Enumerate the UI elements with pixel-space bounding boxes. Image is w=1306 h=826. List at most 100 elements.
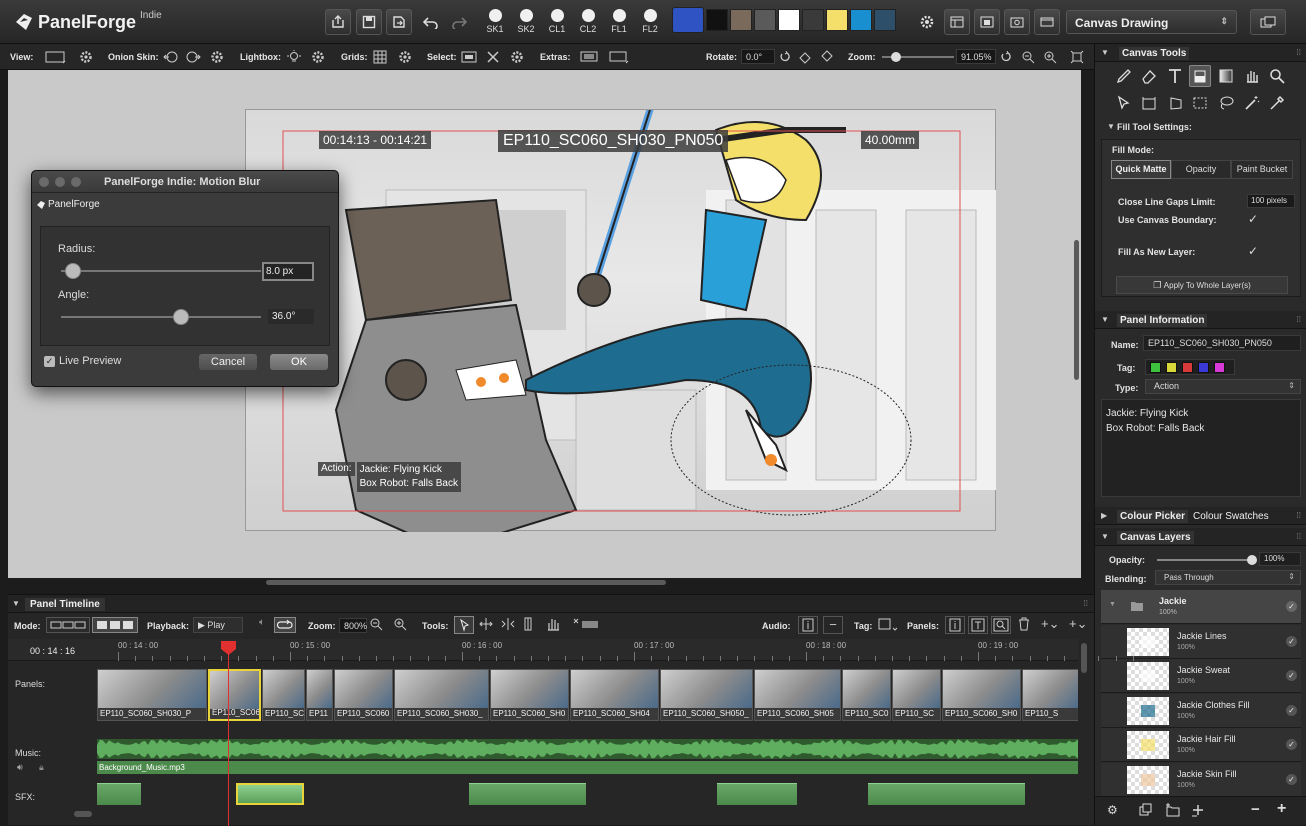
- workspace-dropdown[interactable]: Canvas Drawing ⇕: [1066, 10, 1237, 34]
- audio-remove-button[interactable]: −: [823, 616, 843, 634]
- sfx-clip[interactable]: [868, 783, 1025, 805]
- panel-thumbnail[interactable]: EP110_SC060_SH030_: [394, 669, 489, 721]
- layer-row[interactable]: Jackie Hair Fill 100% ✓: [1101, 728, 1301, 763]
- tag-color-chip[interactable]: [1166, 361, 1177, 373]
- panel-thumbnail[interactable]: EP110_SC060_SH050_: [660, 669, 753, 721]
- panel-thumbnail[interactable]: EP110_S: [1022, 669, 1078, 721]
- colour-swatch[interactable]: [730, 9, 752, 31]
- redo-button[interactable]: [446, 10, 472, 34]
- layout-grid-button[interactable]: [944, 9, 970, 35]
- fill-tab-quick-matte[interactable]: Quick Matte: [1111, 160, 1171, 179]
- fit-to-window-button[interactable]: [1068, 48, 1086, 66]
- panel-thumbnail[interactable]: EP11: [306, 669, 333, 721]
- angle-input[interactable]: 36.0°: [268, 309, 314, 324]
- light-button-cl2[interactable]: CL2: [574, 6, 602, 40]
- audio-info-button[interactable]: [798, 616, 818, 634]
- dialog-titlebar[interactable]: PanelForge Indie: Motion Blur: [32, 171, 338, 193]
- add-panel-button[interactable]: +⌄: [1069, 616, 1091, 634]
- playhead[interactable]: [221, 641, 236, 826]
- colour-swatch[interactable]: [672, 7, 704, 33]
- layer-row[interactable]: Jackie Clothes Fill 100% ✓: [1101, 693, 1301, 728]
- cancel-button[interactable]: Cancel: [199, 354, 257, 370]
- visibility-checkbox[interactable]: ✓: [1286, 601, 1297, 612]
- light-button-cl1[interactable]: CL1: [543, 6, 571, 40]
- speaker-icon[interactable]: 🔊︎: [17, 762, 23, 773]
- zoom-slider[interactable]: [882, 52, 954, 62]
- time-ruler[interactable]: 00 : 14 : 16 00 : 14 : 00 00 : 15 : 00 00 …: [8, 639, 1134, 661]
- mute-button[interactable]: 🔈︎: [252, 617, 272, 633]
- sfx-clip[interactable]: [97, 783, 141, 805]
- blending-dropdown[interactable]: Pass Through ⇕: [1155, 570, 1301, 585]
- lightbox-settings-button[interactable]: [309, 48, 327, 66]
- onion-back-button[interactable]: [162, 48, 180, 66]
- colour-swatches-tab[interactable]: Colour Swatches: [1193, 511, 1269, 522]
- boundary-checkbox[interactable]: ✓: [1248, 213, 1260, 225]
- colour-swatch[interactable]: [754, 9, 776, 31]
- tag-color-chip[interactable]: [1198, 361, 1209, 373]
- loop-button[interactable]: [274, 617, 296, 633]
- panel-text-button[interactable]: [968, 616, 988, 634]
- new-layer-checkbox[interactable]: ✓: [1248, 245, 1260, 257]
- timeline-zoom-out-button[interactable]: [369, 617, 389, 633]
- zoom-input[interactable]: 91.05%: [956, 49, 996, 64]
- onion-settings-button[interactable]: [208, 48, 226, 66]
- layer-row[interactable]: Jackie Sweat 100% ✓: [1101, 659, 1301, 694]
- colour-swatch[interactable]: [778, 9, 800, 31]
- magic-wand-tool[interactable]: [1241, 92, 1263, 114]
- view-mode-button[interactable]: [44, 48, 68, 66]
- radius-input[interactable]: 8.0 px: [262, 262, 314, 281]
- save-button[interactable]: [356, 9, 382, 35]
- canvas-horizontal-scrollbar[interactable]: [266, 580, 666, 585]
- zoom-reset-button[interactable]: [997, 48, 1015, 66]
- undo-button[interactable]: [418, 10, 444, 34]
- extras-safe-area-button[interactable]: [578, 48, 602, 66]
- close-window-button[interactable]: [39, 177, 49, 187]
- visibility-checkbox[interactable]: ✓: [1286, 704, 1297, 716]
- timeline-select-tool[interactable]: [454, 616, 474, 634]
- panel-thumbnail[interactable]: EP110_SC060_SH0: [942, 669, 1021, 721]
- timeline-zoom-input[interactable]: 800%: [339, 618, 367, 633]
- panel-thumbnail[interactable]: EP110_SC060_SH05: [754, 669, 841, 721]
- panel-thumbnail[interactable]: EP110_SC: [892, 669, 941, 721]
- angle-slider[interactable]: [61, 309, 261, 325]
- layer-row[interactable]: Jackie Skin Fill 100% ✓: [1101, 762, 1301, 797]
- angle-slider-handle[interactable]: [173, 309, 189, 325]
- fullscreen-button[interactable]: [1034, 9, 1060, 35]
- transform-tool[interactable]: [1138, 92, 1160, 114]
- mode-filmstrip-button[interactable]: [92, 617, 138, 633]
- fill-tab-opacity[interactable]: Opacity: [1171, 160, 1231, 179]
- tag-filter-dropdown[interactable]: [878, 617, 900, 633]
- panel-search-button[interactable]: [991, 616, 1011, 634]
- colour-swatch[interactable]: [706, 9, 728, 31]
- sfx-clip[interactable]: [469, 783, 586, 805]
- perspective-tool[interactable]: [1164, 92, 1186, 114]
- light-button-sk2[interactable]: SK2: [512, 6, 540, 40]
- opacity-slider[interactable]: [1157, 555, 1257, 565]
- light-button-fl2[interactable]: FL2: [636, 6, 664, 40]
- timeline-horizontal-scrollbar[interactable]: [74, 811, 92, 817]
- panel-info-header[interactable]: ▼ Panel Information ⁞⁞: [1095, 311, 1306, 329]
- panel-thumbnail[interactable]: EP110_SC060: [334, 669, 393, 721]
- timeline-marker-tool[interactable]: [572, 617, 606, 633]
- hand-tool[interactable]: [1241, 65, 1263, 87]
- visibility-checkbox[interactable]: ✓: [1286, 670, 1297, 682]
- timeline-hand-tool[interactable]: [546, 617, 566, 633]
- duplicate-layer-button[interactable]: [1139, 803, 1155, 819]
- add-layer-button[interactable]: +: [1277, 800, 1293, 817]
- opacity-input[interactable]: 100%: [1259, 552, 1301, 566]
- delete-layer-button[interactable]: −: [1251, 801, 1267, 818]
- select-all-button[interactable]: [460, 48, 478, 66]
- brush-tool[interactable]: [1113, 65, 1135, 87]
- visibility-checkbox[interactable]: ✓: [1286, 739, 1297, 751]
- grid-toggle-button[interactable]: [371, 48, 389, 66]
- layer-group-jackie[interactable]: ▼ Jackie 100% ✓: [1101, 590, 1301, 624]
- visibility-checkbox[interactable]: ✓: [1286, 636, 1297, 647]
- new-layer-button[interactable]: [1191, 803, 1207, 819]
- zoom-in-button[interactable]: [1041, 48, 1059, 66]
- panel-thumbnail[interactable]: EP110_SC0: [842, 669, 891, 721]
- rotate-reset-button[interactable]: [776, 48, 794, 66]
- marquee-tool[interactable]: [1189, 92, 1211, 114]
- light-button-fl1[interactable]: FL1: [605, 6, 633, 40]
- layer-settings-button[interactable]: ⚙: [1107, 803, 1131, 819]
- panel-thumbnail[interactable]: EP110_SC060_SH030_P: [97, 669, 207, 721]
